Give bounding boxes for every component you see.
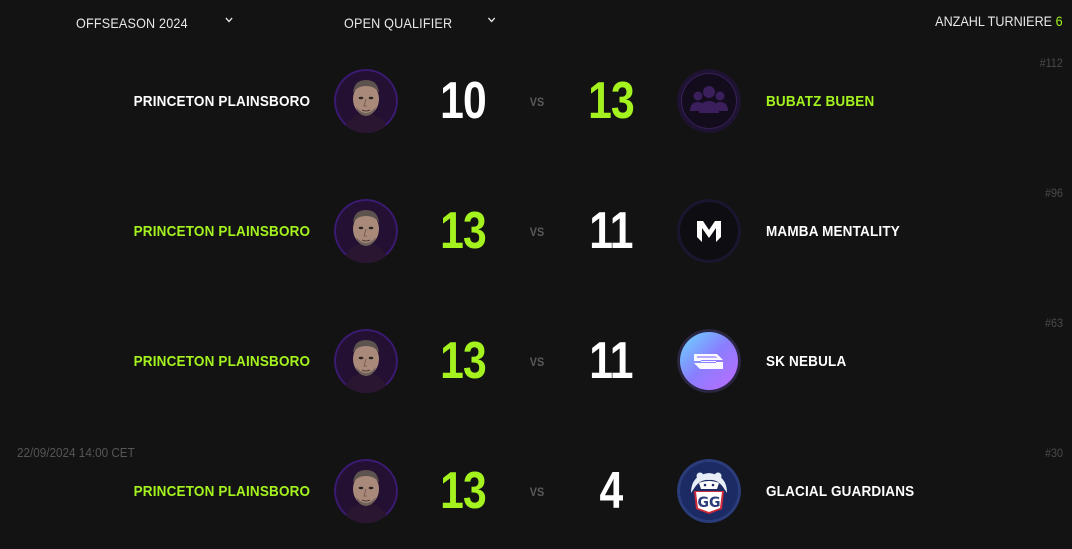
match-id: #96 — [1044, 186, 1063, 200]
right-team-name[interactable]: SK NEBULA — [766, 353, 846, 370]
vs-label: VS — [529, 355, 545, 369]
chevron-down-icon — [225, 17, 233, 23]
left-team-score: 13 — [440, 462, 487, 520]
tournament-count-value: 6 — [1055, 13, 1063, 29]
left-team-score: 10 — [440, 72, 487, 130]
match-row[interactable]: #96 PRINCETON PLAINSBORO 13 VS 11 MAMBA … — [0, 168, 1072, 298]
left-team-name[interactable]: PRINCETON PLAINSBORO — [133, 93, 310, 110]
right-team-score: 11 — [589, 332, 633, 390]
sk-nebula-logo[interactable] — [677, 329, 741, 393]
match-history-page: OFFSEASON 2024 OPEN QUALIFIER ANZAHL TUR… — [0, 0, 1072, 549]
house-portrait-avatar[interactable] — [334, 69, 398, 133]
house-portrait-avatar[interactable] — [334, 199, 398, 263]
match-date: 22/09/2024 14:00 CET — [17, 445, 135, 460]
match-row[interactable]: #63 PRINCETON PLAINSBORO 13 VS 11 SK NEB… — [0, 298, 1072, 428]
right-team-name[interactable]: MAMBA MENTALITY — [766, 223, 900, 240]
left-team-name[interactable]: PRINCETON PLAINSBORO — [133, 223, 310, 240]
right-team-name[interactable]: BUBATZ BUBEN — [766, 93, 874, 110]
vs-label: VS — [529, 485, 545, 499]
people-group-icon[interactable] — [677, 69, 741, 133]
chevron-down-icon — [488, 17, 496, 23]
right-team-score: 13 — [588, 72, 635, 130]
mamba-m-logo[interactable] — [677, 199, 741, 263]
svg-text:GG: GG — [698, 495, 721, 511]
house-portrait-avatar[interactable] — [334, 459, 398, 523]
right-team-name[interactable]: GLACIAL GUARDIANS — [766, 483, 914, 500]
house-portrait-avatar[interactable] — [334, 329, 398, 393]
right-team-score: 4 — [599, 462, 624, 520]
stage-dropdown-label: OPEN QUALIFIER — [344, 15, 453, 31]
polar-bear-gg-logo[interactable]: GG — [677, 459, 741, 523]
left-team-name[interactable]: PRINCETON PLAINSBORO — [133, 353, 310, 370]
season-dropdown-label: OFFSEASON 2024 — [76, 15, 188, 31]
tournament-count-label: ANZAHL TURNIERE — [935, 13, 1053, 29]
vs-label: VS — [529, 225, 545, 239]
tournament-count: ANZAHL TURNIERE 6 — [936, 13, 1063, 29]
left-team-name[interactable]: PRINCETON PLAINSBORO — [133, 483, 310, 500]
stage-dropdown[interactable]: OPEN QUALIFIER — [344, 13, 497, 33]
left-team-score: 13 — [440, 202, 487, 260]
match-id: #63 — [1044, 316, 1063, 330]
vs-label: VS — [529, 95, 545, 109]
left-team-score: 13 — [440, 332, 487, 390]
right-team-score: 11 — [589, 202, 633, 260]
match-row[interactable]: 22/09/2024 14:00 CET #30 PRINCETON PLAIN… — [0, 428, 1072, 549]
season-dropdown[interactable]: OFFSEASON 2024 — [76, 13, 233, 33]
match-id: #112 — [1039, 56, 1063, 70]
match-id: #30 — [1044, 446, 1063, 460]
match-row[interactable]: #112 PRINCETON PLAINSBORO 10 VS 13 BUBAT… — [0, 38, 1072, 168]
